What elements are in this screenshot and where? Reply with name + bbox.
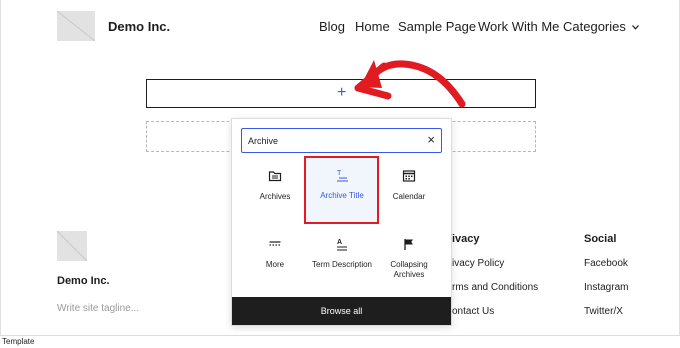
footer-tagline[interactable]: Write site tagline... [57,303,139,314]
folder-icon [268,171,282,182]
calendar-icon [402,170,416,182]
browse-all-button[interactable]: Browse all [232,297,451,325]
footer-link-contact[interactable]: ontact Us [452,306,494,317]
term-description-icon: A [337,239,347,251]
block-collapsing-archives[interactable]: Collapsing Archives [373,227,445,293]
close-icon[interactable]: × [427,133,435,147]
more-icon [269,241,281,246]
block-label: Calendar [392,192,426,201]
svg-text:A: A [337,239,342,246]
annotation-highlight-box [304,156,379,224]
block-term-description[interactable]: A Term Description [306,227,378,293]
block-label: More [265,260,285,269]
flag-icon [404,239,413,250]
logo-placeholder-icon [57,231,87,261]
footer-link-instagram[interactable]: Instagram [584,282,628,293]
block-label: Collapsing Archives [390,260,428,279]
footer-link-privacy-policy[interactable]: ivacy Policy [452,258,504,269]
editor-canvas: Demo Inc. Blog Home Sample Page Work Wit… [0,0,680,335]
block-calendar[interactable]: Calendar [373,159,445,225]
status-bar: Template [0,335,680,348]
nav-categories-label: Categories [563,19,626,34]
nav-home[interactable]: Home [355,19,390,34]
block-search-input[interactable] [248,132,418,149]
nav-categories[interactable]: Categories [563,19,639,34]
block-label: Term Description [311,260,372,269]
chevron-down-icon [631,25,639,30]
nav-blog[interactable]: Blog [319,19,345,34]
block-label: Archives [259,192,291,201]
footer-social-heading[interactable]: Social [584,233,616,245]
footer-privacy-heading[interactable]: ivacy [452,233,480,245]
nav-sample-page[interactable]: Sample Page [398,19,476,34]
add-block-plus-icon[interactable]: + [337,85,346,101]
block-archives[interactable]: Archives [239,159,311,225]
nav-work-with-me[interactable]: Work With Me [478,19,559,34]
empty-block-appender[interactable]: + [146,79,536,108]
breadcrumb-template[interactable]: Template [2,337,34,346]
block-search-field[interactable]: × [241,128,442,153]
site-logo-placeholder[interactable] [57,11,95,41]
footer-link-facebook[interactable]: Facebook [584,258,628,269]
footer-logo-placeholder[interactable] [57,231,87,261]
footer-link-twitter[interactable]: Twitter/X [584,306,623,317]
footer-link-terms[interactable]: rms and Conditions [452,282,538,293]
block-more[interactable]: More [239,227,311,293]
logo-placeholder-icon [57,11,95,41]
footer-site-title[interactable]: Demo Inc. [57,275,110,287]
site-title[interactable]: Demo Inc. [108,19,170,34]
